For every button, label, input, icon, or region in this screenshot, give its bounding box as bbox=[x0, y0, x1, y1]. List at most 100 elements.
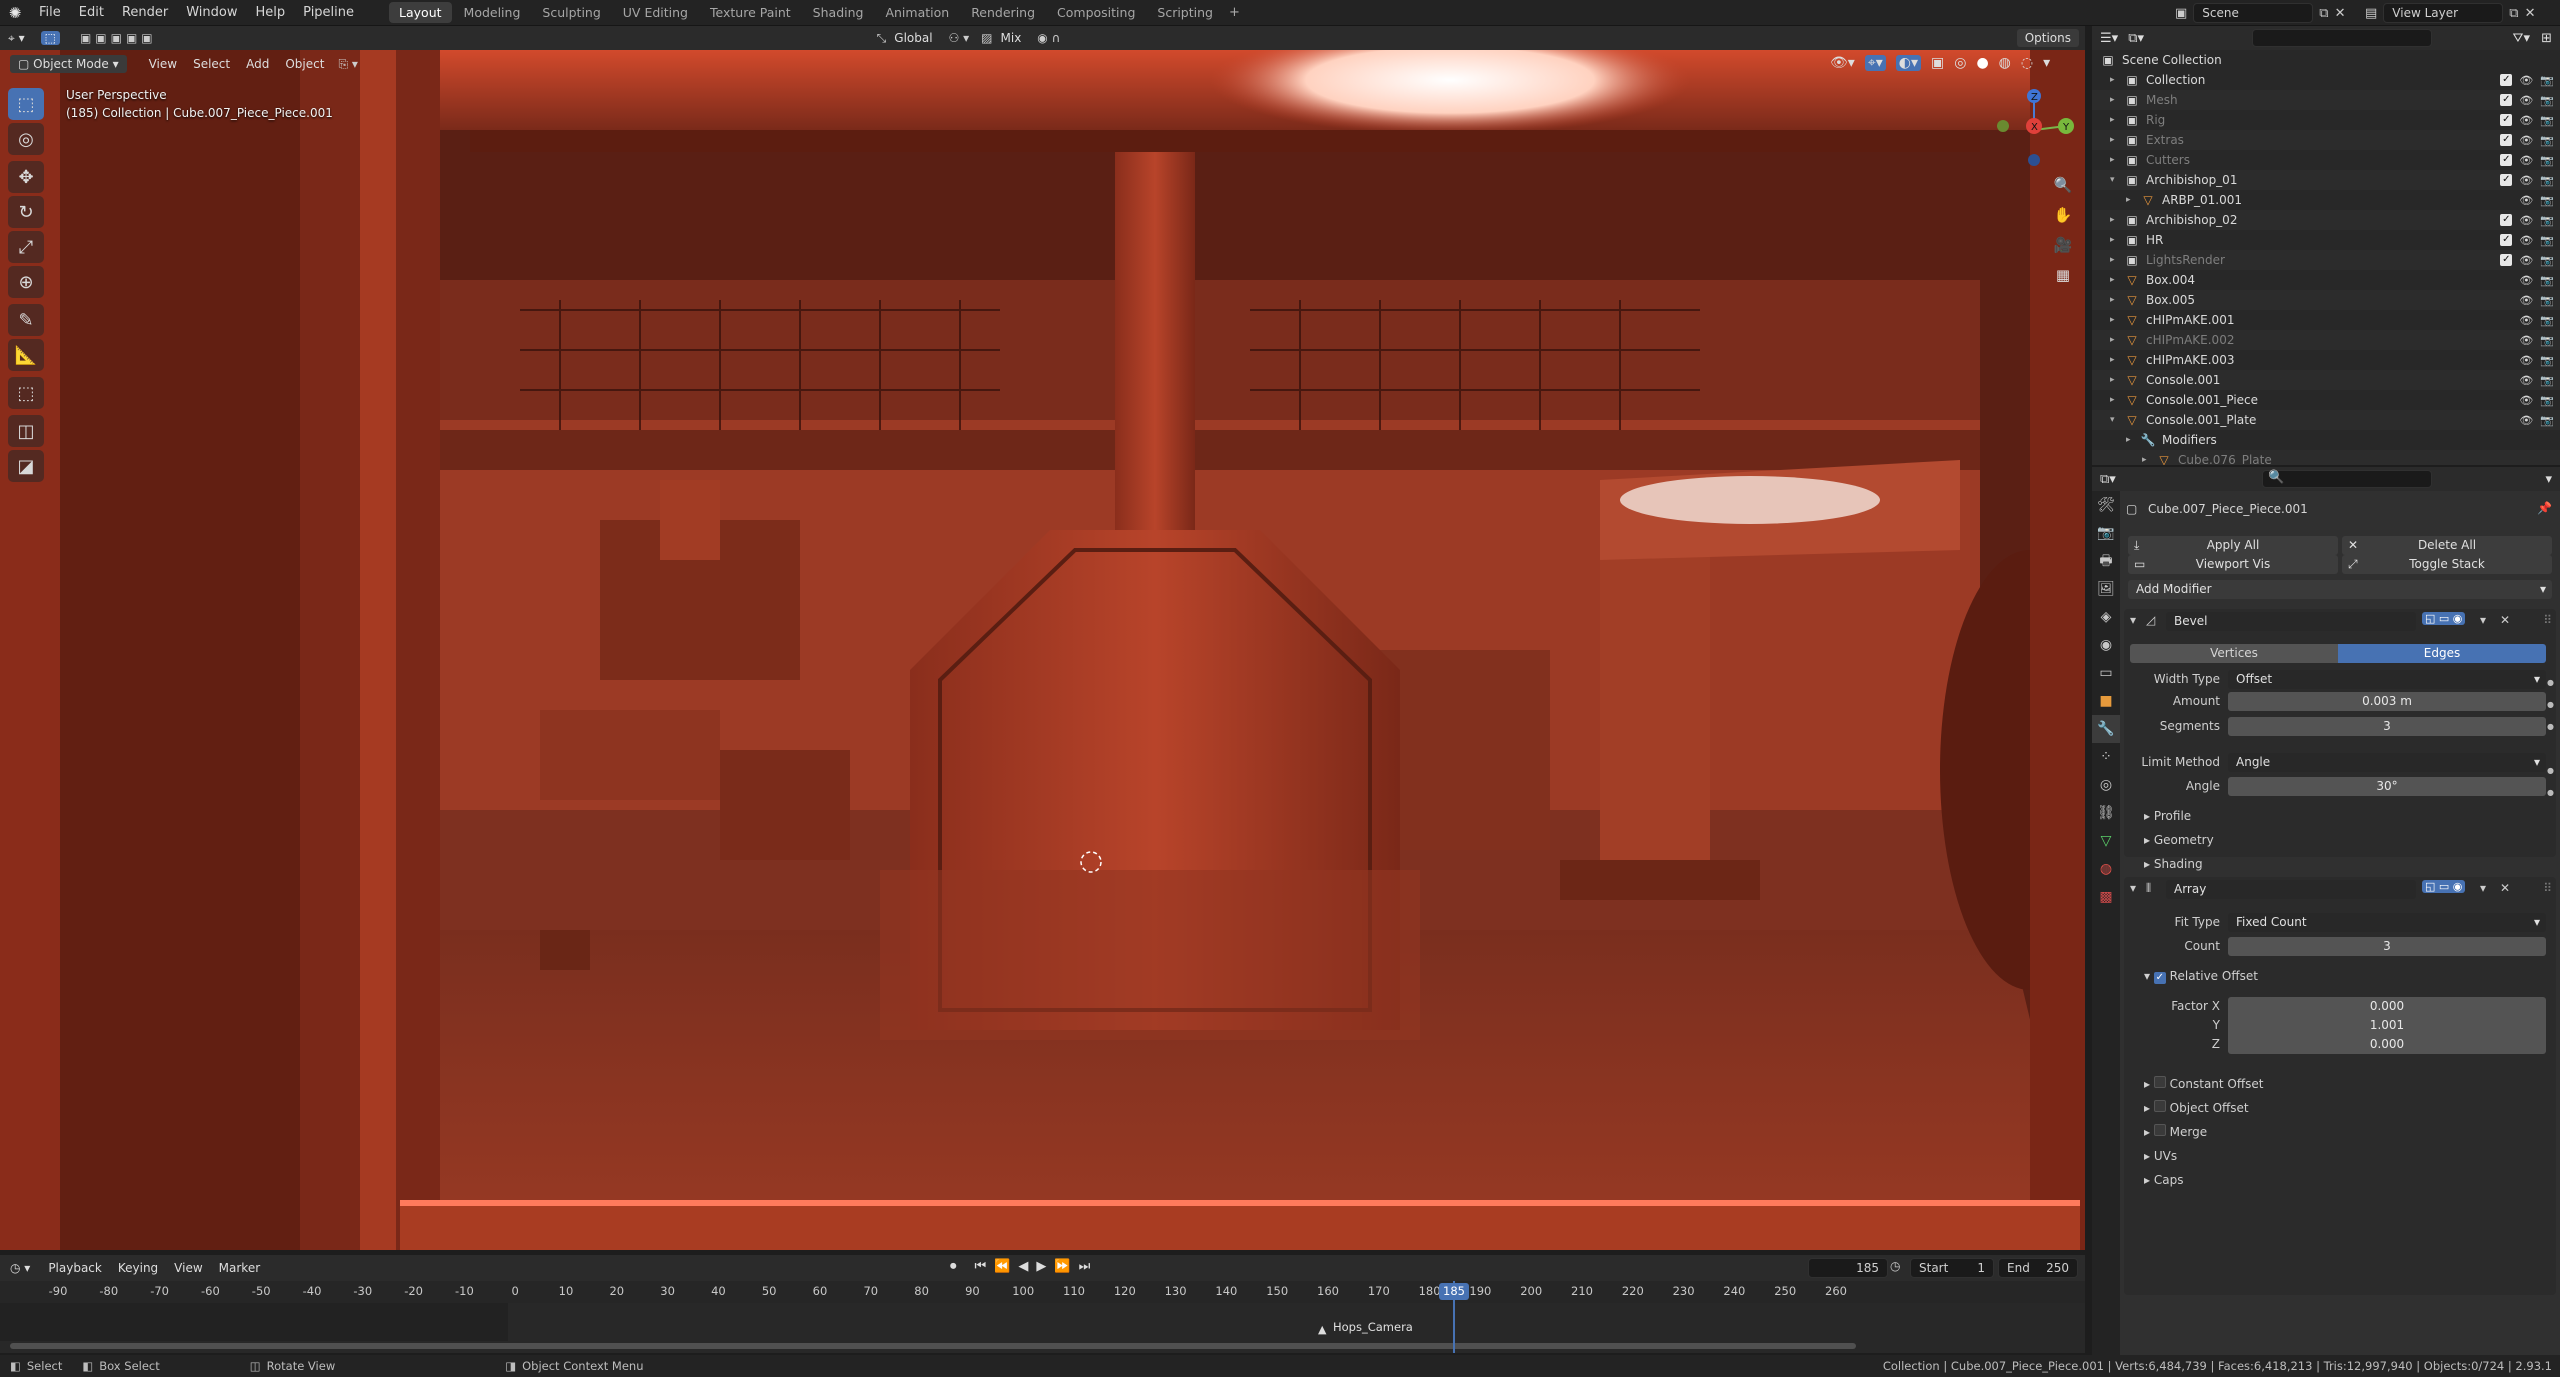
factor-x-field[interactable]: 0.000 bbox=[2228, 997, 2546, 1016]
render-camera-icon[interactable]: 📷 bbox=[2540, 314, 2554, 327]
expand-arrow-icon[interactable]: ▸ bbox=[2126, 195, 2140, 205]
eye-icon[interactable]: 👁 bbox=[2519, 74, 2533, 87]
output-tab-icon[interactable]: 🖶 bbox=[2092, 547, 2120, 575]
menu-render[interactable]: Render bbox=[113, 5, 177, 20]
outliner-row[interactable]: ▸ ▣ HR ✓ 👁 📷 bbox=[2092, 230, 2560, 250]
material-shading-icon[interactable]: ◍ bbox=[1999, 55, 2011, 71]
select-tool-icon[interactable]: ⬚ bbox=[40, 31, 60, 45]
world-tab-icon[interactable]: ◉ bbox=[2092, 631, 2120, 659]
expand-arrow-icon[interactable]: ▸ bbox=[2110, 315, 2124, 325]
jump-start-icon[interactable]: ⏮ bbox=[975, 1259, 987, 1274]
render-camera-icon[interactable]: 📷 bbox=[2540, 94, 2554, 107]
outliner-row[interactable]: ▸ ▽ Box.005 👁 📷 bbox=[2092, 290, 2560, 310]
bevel-subpanel-profile[interactable]: ▸ Profile bbox=[2144, 809, 2191, 823]
proportional-edit-icon[interactable]: ◉ ∩ bbox=[1037, 31, 1060, 45]
eye-icon[interactable]: 👁 bbox=[2519, 194, 2533, 207]
bevel-subpanel-geometry[interactable]: ▸ Geometry bbox=[2144, 833, 2214, 847]
preview-range-icon[interactable]: ◷ bbox=[1890, 1259, 1900, 1273]
relative-offset-toggle[interactable]: ▾ ✓ Relative Offset bbox=[2144, 969, 2258, 984]
solid-shading-icon[interactable]: ● bbox=[1976, 55, 1988, 71]
menu-select[interactable]: Select bbox=[185, 55, 238, 73]
outliner-row[interactable]: ▸ ▣ Rig ✓ 👁 📷 bbox=[2092, 110, 2560, 130]
eye-icon[interactable]: 👁 bbox=[2519, 174, 2533, 187]
visibility-icon[interactable]: 👁▾ bbox=[1830, 55, 1855, 71]
expand-arrow-icon[interactable]: ▸ bbox=[2110, 275, 2124, 285]
menu-playback[interactable]: Playback bbox=[40, 1259, 110, 1277]
fit-type-dropdown[interactable]: Fixed Count ▾ bbox=[2228, 913, 2546, 932]
factor-y-field[interactable]: 1.001 bbox=[2228, 1016, 2546, 1035]
render-camera-icon[interactable]: 📷 bbox=[2540, 414, 2554, 427]
exclude-checkbox[interactable]: ✓ bbox=[2500, 253, 2513, 266]
scene-icon[interactable]: ▣ bbox=[2175, 6, 2187, 21]
properties-search-input[interactable] bbox=[2262, 470, 2432, 488]
outliner-row[interactable]: ▸ ▣ Mesh ✓ 👁 📷 bbox=[2092, 90, 2560, 110]
prev-keyframe-icon[interactable]: ⏪ bbox=[994, 1259, 1010, 1274]
camera-view-icon[interactable]: 🎥 bbox=[2050, 232, 2076, 258]
tab-scripting[interactable]: Scripting bbox=[1147, 2, 1223, 23]
overlays-toggle-icon[interactable]: ◐▾ bbox=[1895, 55, 1921, 71]
expand-arrow-icon[interactable]: ▸ bbox=[2110, 335, 2124, 345]
properties-editor-icon[interactable]: ⧉▾ bbox=[2100, 472, 2116, 487]
jump-end-icon[interactable]: ⏭ bbox=[1079, 1259, 1091, 1274]
rotate-tool-icon[interactable]: ↻ bbox=[8, 196, 44, 228]
exclude-checkbox[interactable]: ✓ bbox=[2500, 213, 2513, 226]
scale-cage-tool-icon[interactable]: ◪ bbox=[8, 450, 44, 482]
gizmos-toggle-icon[interactable]: ⌖▾ bbox=[1864, 55, 1886, 71]
expand-arrow-icon[interactable]: ▸ bbox=[2110, 295, 2124, 305]
tab-texture-paint[interactable]: Texture Paint bbox=[700, 2, 801, 23]
array-name-field[interactable]: Array bbox=[2166, 880, 2416, 899]
constant-offset-checkbox[interactable] bbox=[2153, 1076, 2166, 1088]
eye-icon[interactable]: 👁 bbox=[2519, 394, 2533, 407]
outliner-search-input[interactable] bbox=[2252, 29, 2432, 47]
start-frame-field[interactable]: Start 1 bbox=[1910, 1258, 1994, 1278]
eye-icon[interactable]: 👁 bbox=[2519, 294, 2533, 307]
merge-checkbox[interactable] bbox=[2153, 1124, 2166, 1136]
outliner-row[interactable]: ▸ ▽ Cube.076_Plate bbox=[2092, 450, 2560, 465]
ortho-grid-icon[interactable]: ▦ bbox=[2050, 262, 2076, 288]
render-camera-icon[interactable]: 📷 bbox=[2540, 274, 2554, 287]
menu-window[interactable]: Window bbox=[177, 5, 246, 20]
angle-field[interactable]: 30° bbox=[2228, 777, 2546, 796]
timeline-editor-icon[interactable]: ◷ ▾ bbox=[10, 1261, 30, 1275]
tab-shading[interactable]: Shading bbox=[803, 2, 874, 23]
record-icon[interactable]: ⏺ bbox=[950, 1259, 957, 1274]
render-camera-icon[interactable]: 📷 bbox=[2540, 214, 2554, 227]
constraints-tab-icon[interactable]: ⛓ bbox=[2092, 799, 2120, 827]
outliner-row[interactable]: ▸ ▽ cHIPmAKE.001 👁 📷 bbox=[2092, 310, 2560, 330]
bevel-drag-handle-icon[interactable]: ⠿ bbox=[2543, 613, 2552, 627]
new-view-layer-icon[interactable]: ⧉ bbox=[2509, 6, 2518, 21]
gizmo-dropdown-icon[interactable]: ⎘ ▾ bbox=[338, 57, 357, 72]
segments-field[interactable]: 3 bbox=[2228, 717, 2546, 736]
scene-selector[interactable]: Scene bbox=[2193, 3, 2314, 23]
3d-viewport[interactable] bbox=[0, 50, 2085, 1250]
outliner-row[interactable]: ▸ ▣ Cutters ✓ 👁 📷 bbox=[2092, 150, 2560, 170]
timeline-scrollbar[interactable] bbox=[10, 1343, 1856, 1349]
measure-tool-icon[interactable]: 📐 bbox=[8, 339, 44, 371]
bevel-collapse-icon[interactable]: ▾ bbox=[2130, 613, 2136, 627]
marker-label[interactable]: Hops_Camera bbox=[1333, 1320, 1413, 1334]
menu-marker[interactable]: Marker bbox=[211, 1259, 268, 1277]
render-tab-icon[interactable]: 📷 bbox=[2092, 519, 2120, 547]
exclude-checkbox[interactable]: ✓ bbox=[2500, 233, 2513, 246]
exclude-checkbox[interactable]: ✓ bbox=[2500, 173, 2513, 186]
particles-tab-icon[interactable]: ⁘ bbox=[2092, 743, 2120, 771]
eye-icon[interactable]: 👁 bbox=[2519, 134, 2533, 147]
eye-icon[interactable]: 👁 bbox=[2519, 314, 2533, 327]
viewport-vis-button[interactable]: ▭ Viewport Vis bbox=[2128, 555, 2338, 574]
outliner-row[interactable]: ▣ Scene Collection bbox=[2092, 50, 2560, 70]
expand-arrow-icon[interactable]: ▾ bbox=[2110, 175, 2124, 185]
menu-edit[interactable]: Edit bbox=[70, 5, 113, 20]
cursor-tool-icon[interactable]: ◎ bbox=[8, 123, 44, 155]
xray-icon[interactable]: ▣ bbox=[1931, 55, 1944, 71]
outliner-row[interactable]: ▾ ▽ Console.001_Plate 👁 📷 bbox=[2092, 410, 2560, 430]
outliner-row[interactable]: ▸ ▣ Extras ✓ 👁 📷 bbox=[2092, 130, 2560, 150]
expand-arrow-icon[interactable]: ▸ bbox=[2110, 395, 2124, 405]
object-tab-icon[interactable]: ■ bbox=[2092, 687, 2120, 715]
eye-icon[interactable]: 👁 bbox=[2519, 114, 2533, 127]
eye-icon[interactable]: 👁 bbox=[2519, 374, 2533, 387]
array-toggle-icons[interactable]: ◱ ▭ ◉ bbox=[2422, 880, 2466, 893]
expand-arrow-icon[interactable]: ▸ bbox=[2110, 95, 2124, 105]
zoom-icon[interactable]: 🔍 bbox=[2050, 172, 2076, 198]
outliner-row[interactable]: ▸ ▽ cHIPmAKE.002 👁 📷 bbox=[2092, 330, 2560, 350]
outliner-row[interactable]: ▸ ▽ Console.001 👁 📷 bbox=[2092, 370, 2560, 390]
